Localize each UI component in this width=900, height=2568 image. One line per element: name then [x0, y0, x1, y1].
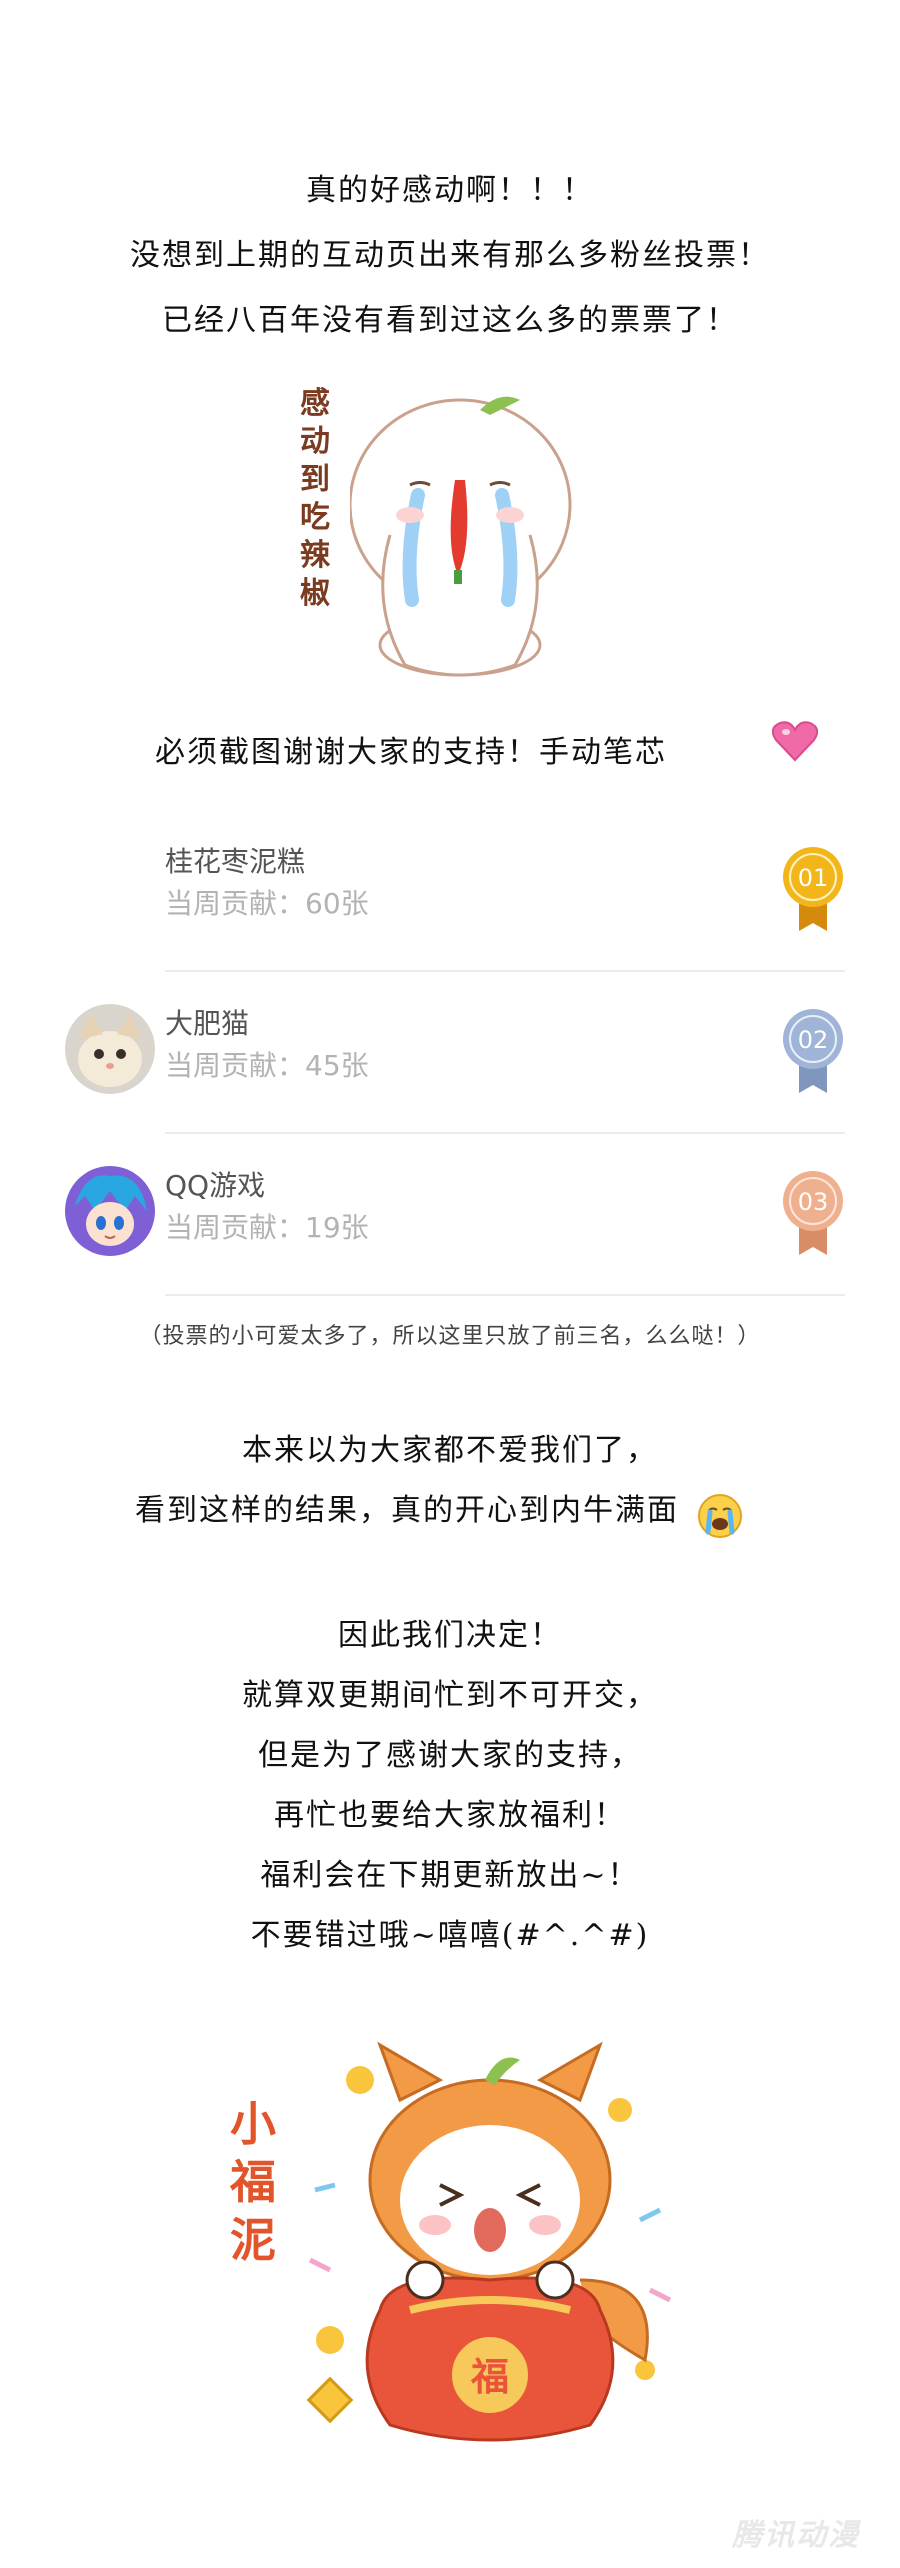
- paragraph1-line1: 本来以为大家都不爱我们了，: [242, 1433, 658, 1468]
- thanks-text: 必须截图谢谢大家的支持！手动笔芯: [155, 735, 667, 770]
- paragraph2-line6: 不要错过哦~嘻嘻(#^.^#): [250, 1918, 650, 1953]
- ranking-contribution: 当周贡献：45张: [165, 1049, 369, 1082]
- ranking-item-3: QQ游戏 当周贡献：19张 03: [65, 1134, 845, 1296]
- ranking-note: （投票的小可爱太多了，所以这里只放了前三名，么么哒！）: [139, 1324, 761, 1349]
- avatar-game: [65, 1166, 155, 1256]
- svg-text:福: 福: [470, 2354, 509, 2399]
- silver-medal-icon: 02: [783, 1009, 843, 1093]
- crying-bun-icon: [350, 396, 572, 677]
- paragraph1-line2-row: 看到这样的结果，真的开心到内牛满面: [135, 1485, 815, 1540]
- sticker-caption: 感动到吃辣椒: [300, 386, 330, 611]
- paragraph2-line1: 因此我们决定！: [338, 1618, 562, 1653]
- intro-line-2: 没想到上期的互动页出来有那么多粉丝投票！: [130, 238, 770, 273]
- crying-bun-sticker: 感动到吃辣椒: [300, 385, 600, 685]
- bronze-medal-icon: 03: [783, 1171, 843, 1255]
- ranking-name: QQ游戏: [165, 1169, 266, 1202]
- game-avatar-icon: [65, 1166, 155, 1256]
- intro-line-1: 真的好感动啊！！！: [306, 173, 594, 208]
- fox-lucky-bag-icon: 福: [306, 2041, 672, 2442]
- gold-medal-icon: 01: [783, 847, 843, 931]
- svg-text:03: 03: [798, 1188, 829, 1216]
- ranking-list: 桂花枣泥糕 当周贡献：60张 01 大肥猫 当周贡献：45张 02 QQ游戏 当…: [65, 810, 845, 1296]
- svg-text:02: 02: [798, 1026, 829, 1054]
- ranking-item-1: 桂花枣泥糕 当周贡献：60张 01: [165, 810, 845, 972]
- watermark: 腾讯动漫: [732, 2518, 860, 2553]
- sticker2-caption: 小福泥: [230, 2097, 276, 2267]
- heart-icon: [772, 721, 818, 762]
- ranking-name: 大肥猫: [165, 1007, 250, 1040]
- paragraph2-line3: 但是为了感谢大家的支持，: [258, 1738, 642, 1773]
- lucky-fox-sticker: 小福泥 福: [230, 2040, 690, 2460]
- svg-text:01: 01: [798, 864, 829, 892]
- ranking-contribution: 当周贡献：60张: [165, 887, 369, 920]
- crying-face-icon: [698, 1493, 743, 1538]
- paragraph2-line5: 福利会在下期更新放出~！: [260, 1858, 640, 1893]
- ranking-name: 桂花枣泥糕: [165, 845, 306, 878]
- paragraph1-line2: 看到这样的结果，真的开心到内牛满面: [135, 1493, 679, 1528]
- avatar-cat: [65, 1004, 155, 1094]
- intro-line-3: 已经八百年没有看到过这么多的票票了！: [162, 303, 738, 338]
- ranking-item-2: 大肥猫 当周贡献：45张 02: [65, 972, 845, 1134]
- cat-avatar-icon: [65, 1004, 155, 1094]
- paragraph2-line4: 再忙也要给大家放福利！: [274, 1798, 626, 1833]
- paragraph2-line2: 就算双更期间忙到不可开交，: [242, 1678, 658, 1713]
- ranking-contribution: 当周贡献：19张: [165, 1211, 369, 1244]
